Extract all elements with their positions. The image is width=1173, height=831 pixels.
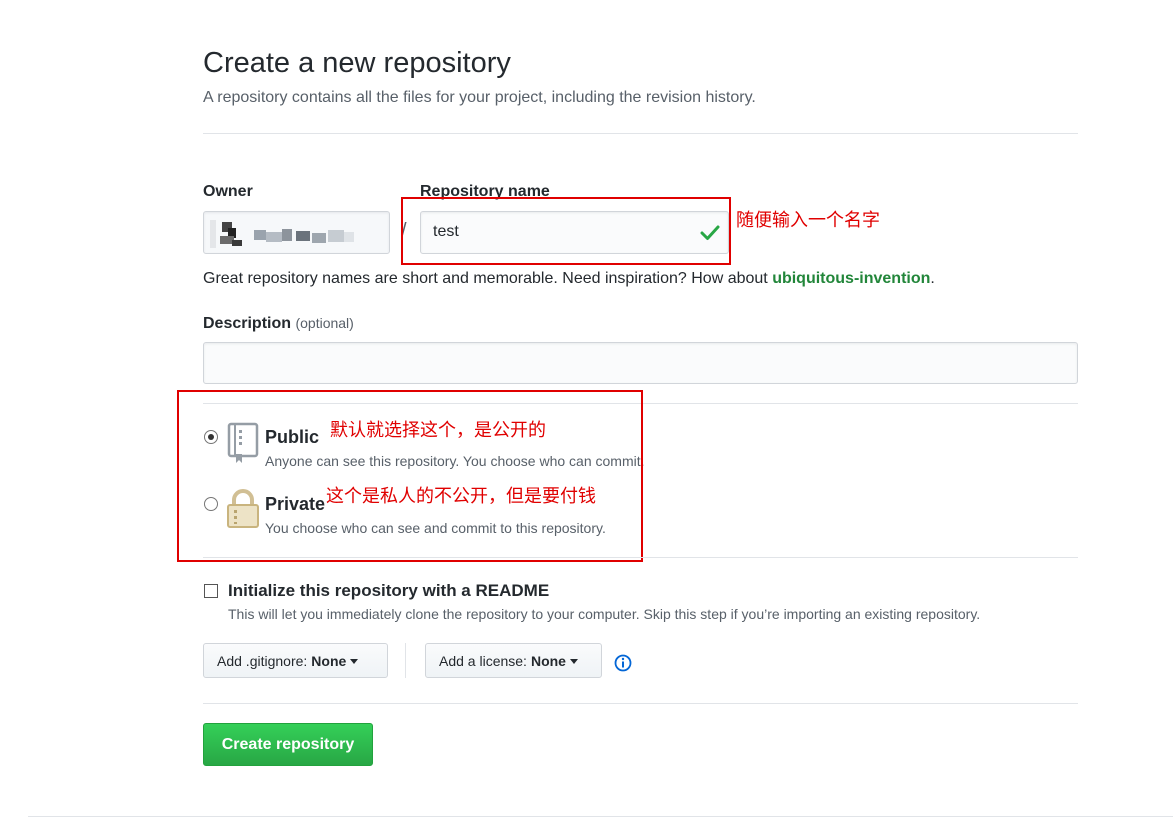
gitignore-label: Add .gitignore: <box>217 652 308 669</box>
dropdown-divider <box>405 643 406 678</box>
readme-checkbox[interactable] <box>204 584 218 598</box>
readme-title: Initialize this repository with a README <box>228 581 550 600</box>
gitignore-value: None <box>311 652 347 669</box>
caret-down-icon <box>569 659 578 664</box>
create-repository-button[interactable]: Create repository <box>203 723 373 766</box>
license-dropdown[interactable]: Add a license: None <box>425 643 602 678</box>
annotation-public: 默认就选择这个，是公开的 <box>330 420 546 441</box>
description-label-text: Description <box>203 315 292 332</box>
annotation-box-visibility <box>177 390 643 562</box>
inspiration-prefix: Great repository names are short and mem… <box>203 270 773 287</box>
visibility-divider-bottom <box>203 557 1078 558</box>
owner-select[interactable] <box>203 211 390 254</box>
caret-down-icon <box>350 659 359 664</box>
license-label: Add a license: <box>439 652 527 669</box>
page-title: Create a new repository <box>203 47 511 79</box>
info-icon[interactable] <box>614 654 632 677</box>
footer-divider <box>28 816 1173 817</box>
annotation-name: 随便输入一个名字 <box>736 210 880 231</box>
description-label: Description (optional) <box>203 312 354 335</box>
annotation-box-name <box>401 197 731 265</box>
owner-avatar-pixelated <box>204 212 389 253</box>
gitignore-dropdown[interactable]: Add .gitignore: None <box>203 643 388 678</box>
description-input[interactable] <box>203 342 1078 384</box>
inspiration-text: Great repository names are short and mem… <box>203 268 935 290</box>
submit-divider <box>203 703 1078 704</box>
page-subtitle: A repository contains all the files for … <box>203 89 756 106</box>
owner-label: Owner <box>203 183 253 200</box>
license-value: None <box>530 652 566 669</box>
header-divider <box>203 133 1078 134</box>
suggested-name-link[interactable]: ubiquitous-invention <box>772 270 930 287</box>
inspiration-end: . <box>930 270 935 287</box>
readme-description: This will let you immediately clone the … <box>228 606 981 622</box>
description-optional: (optional) <box>295 315 354 331</box>
annotation-private: 这个是私人的不公开，但是要付钱 <box>326 486 596 507</box>
